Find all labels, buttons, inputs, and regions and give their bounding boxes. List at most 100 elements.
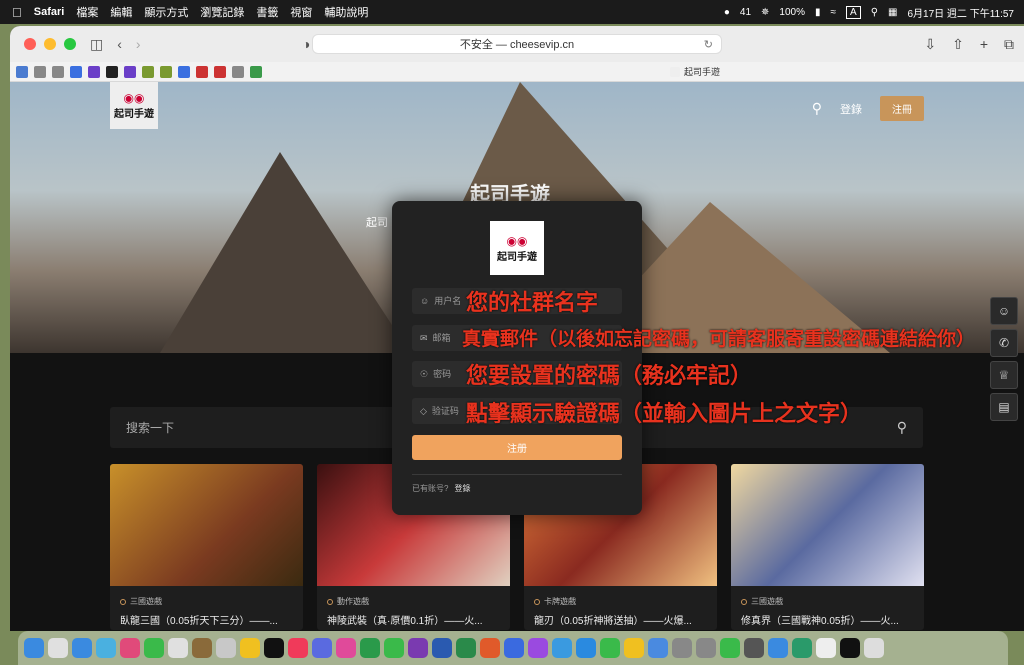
dock-app-icon[interactable] <box>480 638 500 658</box>
menubar-datetime[interactable]: 6月17日 週二 下午11:57 <box>907 5 1014 20</box>
dock-app-icon[interactable] <box>696 638 716 658</box>
dock-app-icon[interactable] <box>288 638 308 658</box>
bookmark-icon[interactable] <box>88 65 100 78</box>
game-card[interactable]: 三國遊戲 修真界（三國戰神0.05折）——火... <box>731 464 924 630</box>
dock-app-icon[interactable] <box>216 638 236 658</box>
menu-bookmarks[interactable]: 書籤 <box>256 4 278 20</box>
dock-app-icon[interactable] <box>576 638 596 658</box>
bookmark-icon[interactable] <box>196 65 208 78</box>
privacy-shield-icon[interactable]: ◑ <box>302 36 310 52</box>
address-bar[interactable]: 不安全 — cheesevip.cn ↻ <box>312 34 722 54</box>
dock-app-icon[interactable] <box>408 638 428 658</box>
bookmark-icon[interactable] <box>34 65 46 78</box>
dock-app-icon[interactable] <box>312 638 332 658</box>
dock-app-icon[interactable] <box>384 638 404 658</box>
menu-history[interactable]: 瀏覽記錄 <box>200 4 244 20</box>
game-card[interactable]: 三國遊戲 臥龍三國（0.05折天下三分）——... <box>110 464 303 630</box>
game-title[interactable]: 修真界（三國戰神0.05折）——火... <box>731 607 924 627</box>
bookmark-icon[interactable] <box>142 65 154 78</box>
customer-service-icon[interactable]: ☺ <box>990 297 1018 325</box>
dock-app-icon[interactable] <box>600 638 620 658</box>
dock-app-icon[interactable] <box>840 638 860 658</box>
bookmark-icon[interactable] <box>16 65 28 78</box>
game-title[interactable]: 臥龍三國（0.05折天下三分）——... <box>110 607 303 627</box>
bookmark-icon[interactable] <box>106 65 118 78</box>
site-logo[interactable]: ◉◉ 起司手遊 <box>110 82 158 129</box>
reload-icon[interactable]: ↻ <box>704 38 713 51</box>
bookmark-icon[interactable] <box>52 65 64 78</box>
forward-icon[interactable]: › <box>136 36 141 52</box>
modal-login-link[interactable]: 登錄 <box>454 484 470 493</box>
dock-app-icon[interactable] <box>816 638 836 658</box>
vip-crown-icon[interactable]: ♕ <box>990 361 1018 389</box>
dock-app-icon[interactable] <box>48 638 68 658</box>
dock-app-icon[interactable] <box>432 638 452 658</box>
sidebar-toggle-icon[interactable]: ◫ <box>90 36 103 53</box>
register-submit-button[interactable]: 注册 <box>412 435 622 460</box>
tab-overview-icon[interactable]: ⧉ <box>1004 36 1014 53</box>
dock-app-icon[interactable] <box>72 638 92 658</box>
menu-edit[interactable]: 編輯 <box>110 4 132 20</box>
bluetooth-icon[interactable]: ✵ <box>761 7 769 18</box>
nav-login-link[interactable]: 登錄 <box>840 101 862 117</box>
chat-icon[interactable]: ✆ <box>990 329 1018 357</box>
wechat-icon[interactable]: ● <box>724 7 730 18</box>
dock-app-icon[interactable] <box>672 638 692 658</box>
back-icon[interactable]: ‹ <box>117 36 122 52</box>
site-logo-text: 起司手遊 <box>114 109 154 120</box>
dock-app-icon[interactable] <box>744 638 764 658</box>
control-center-icon[interactable]: ▦ <box>888 7 897 18</box>
game-title[interactable]: 龍刃（0.05折神將送抽）——火爆... <box>524 607 717 627</box>
dock-app-icon[interactable] <box>168 638 188 658</box>
dock-app-icon[interactable] <box>528 638 548 658</box>
menu-window[interactable]: 視窗 <box>290 4 312 20</box>
bookmark-icon[interactable] <box>70 65 82 78</box>
battery-icon[interactable]: ▮ <box>815 7 821 18</box>
dock-app-icon[interactable] <box>768 638 788 658</box>
bookmark-icon[interactable] <box>214 65 226 78</box>
dock-app-icon[interactable] <box>24 638 44 658</box>
dock-app-icon[interactable] <box>648 638 668 658</box>
bookmark-icon[interactable] <box>250 65 262 78</box>
tab-title[interactable]: 起司手遊 <box>670 65 720 78</box>
spotlight-icon[interactable]: ⚲ <box>871 7 878 18</box>
dock-app-icon[interactable] <box>120 638 140 658</box>
new-tab-icon[interactable]: + <box>980 36 988 53</box>
dock-app-icon[interactable] <box>792 638 812 658</box>
search-icon[interactable]: ⚲ <box>897 419 907 436</box>
dock-app-icon[interactable] <box>336 638 356 658</box>
dock-app-icon[interactable] <box>360 638 380 658</box>
zoom-window-button[interactable] <box>64 38 76 50</box>
search-icon[interactable]: ⚲ <box>812 100 822 117</box>
dock-app-icon[interactable] <box>720 638 740 658</box>
downloads-icon[interactable]: ⇩ <box>924 36 936 53</box>
apple-menu-icon[interactable]:  <box>12 5 22 20</box>
dock-app-icon[interactable] <box>264 638 284 658</box>
dock-app-icon[interactable] <box>552 638 572 658</box>
dock-app-icon[interactable] <box>456 638 476 658</box>
menu-view[interactable]: 顯示方式 <box>144 4 188 20</box>
nav-register-button[interactable]: 注冊 <box>880 96 924 121</box>
dock-app-icon[interactable] <box>504 638 524 658</box>
menu-file[interactable]: 檔案 <box>76 4 98 20</box>
menu-app-name[interactable]: Safari <box>34 6 65 18</box>
bookmark-icon[interactable] <box>232 65 244 78</box>
dock-app-icon[interactable] <box>96 638 116 658</box>
game-title[interactable]: 神陵武裝（真·原價0.1折）——火... <box>317 607 510 627</box>
document-icon[interactable]: ▤ <box>990 393 1018 421</box>
bookmark-icon[interactable] <box>178 65 190 78</box>
dock-app-icon[interactable] <box>864 638 884 658</box>
wifi-icon[interactable]: ≈ <box>831 7 837 18</box>
dock-app-icon[interactable] <box>240 638 260 658</box>
close-window-button[interactable] <box>24 38 36 50</box>
dock-app-icon[interactable] <box>624 638 644 658</box>
bookmark-icon[interactable] <box>124 65 136 78</box>
minimize-window-button[interactable] <box>44 38 56 50</box>
dock-app-icon[interactable] <box>192 638 212 658</box>
share-icon[interactable]: ⇧ <box>952 36 964 53</box>
bookmark-icon[interactable] <box>160 65 172 78</box>
input-method[interactable]: A <box>846 5 861 19</box>
menu-help[interactable]: 輔助說明 <box>324 4 368 20</box>
mail-icon: ✉ <box>420 332 428 343</box>
dock-app-icon[interactable] <box>144 638 164 658</box>
